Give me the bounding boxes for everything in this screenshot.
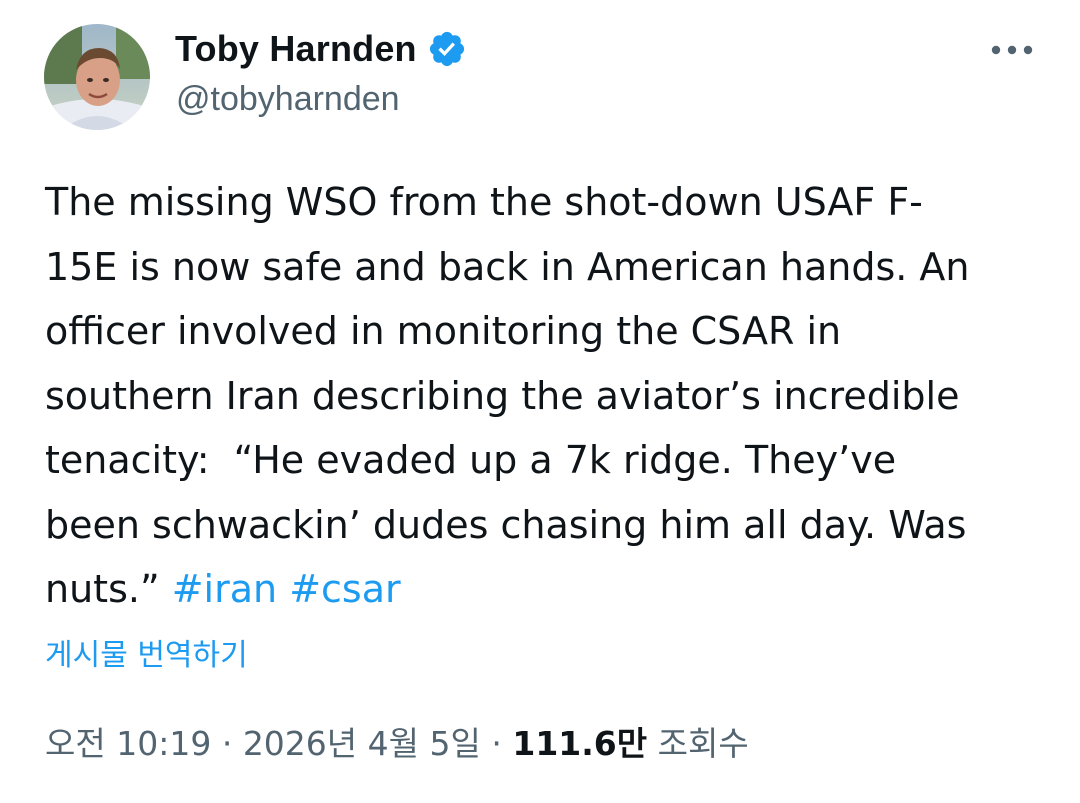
verified-badge-icon[interactable] bbox=[427, 29, 467, 69]
avatar[interactable] bbox=[44, 24, 150, 130]
views-label: 조회수 bbox=[657, 724, 749, 763]
more-options-icon[interactable] bbox=[986, 36, 1038, 64]
hashtag-link[interactable]: #csar bbox=[289, 567, 400, 611]
translate-post-link[interactable]: 게시물 번역하기 bbox=[45, 630, 248, 674]
views-count[interactable]: 111.6만 bbox=[512, 724, 647, 763]
tweet-meta: 오전 10:19 · 2026년 4월 5일 · 111.6만 조회수 bbox=[45, 717, 749, 765]
tweet-text-body: The missing WSO from the shot-down USAF … bbox=[45, 180, 970, 611]
author-display-name[interactable]: Toby Harnden bbox=[175, 28, 417, 70]
author-handle[interactable]: @tobyharnden bbox=[176, 80, 400, 119]
avatar-photo bbox=[44, 24, 150, 130]
tweet-date[interactable]: 2026년 4월 5일 bbox=[243, 724, 481, 763]
meta-separator: · bbox=[491, 724, 502, 763]
tweet-text: The missing WSO from the shot-down USAF … bbox=[45, 170, 1045, 622]
meta-separator: · bbox=[221, 724, 233, 763]
hashtag-link[interactable]: #iran bbox=[172, 567, 277, 611]
author-name-row: Toby Harnden bbox=[175, 26, 467, 72]
tweet-time[interactable]: 오전 10:19 bbox=[45, 724, 211, 763]
